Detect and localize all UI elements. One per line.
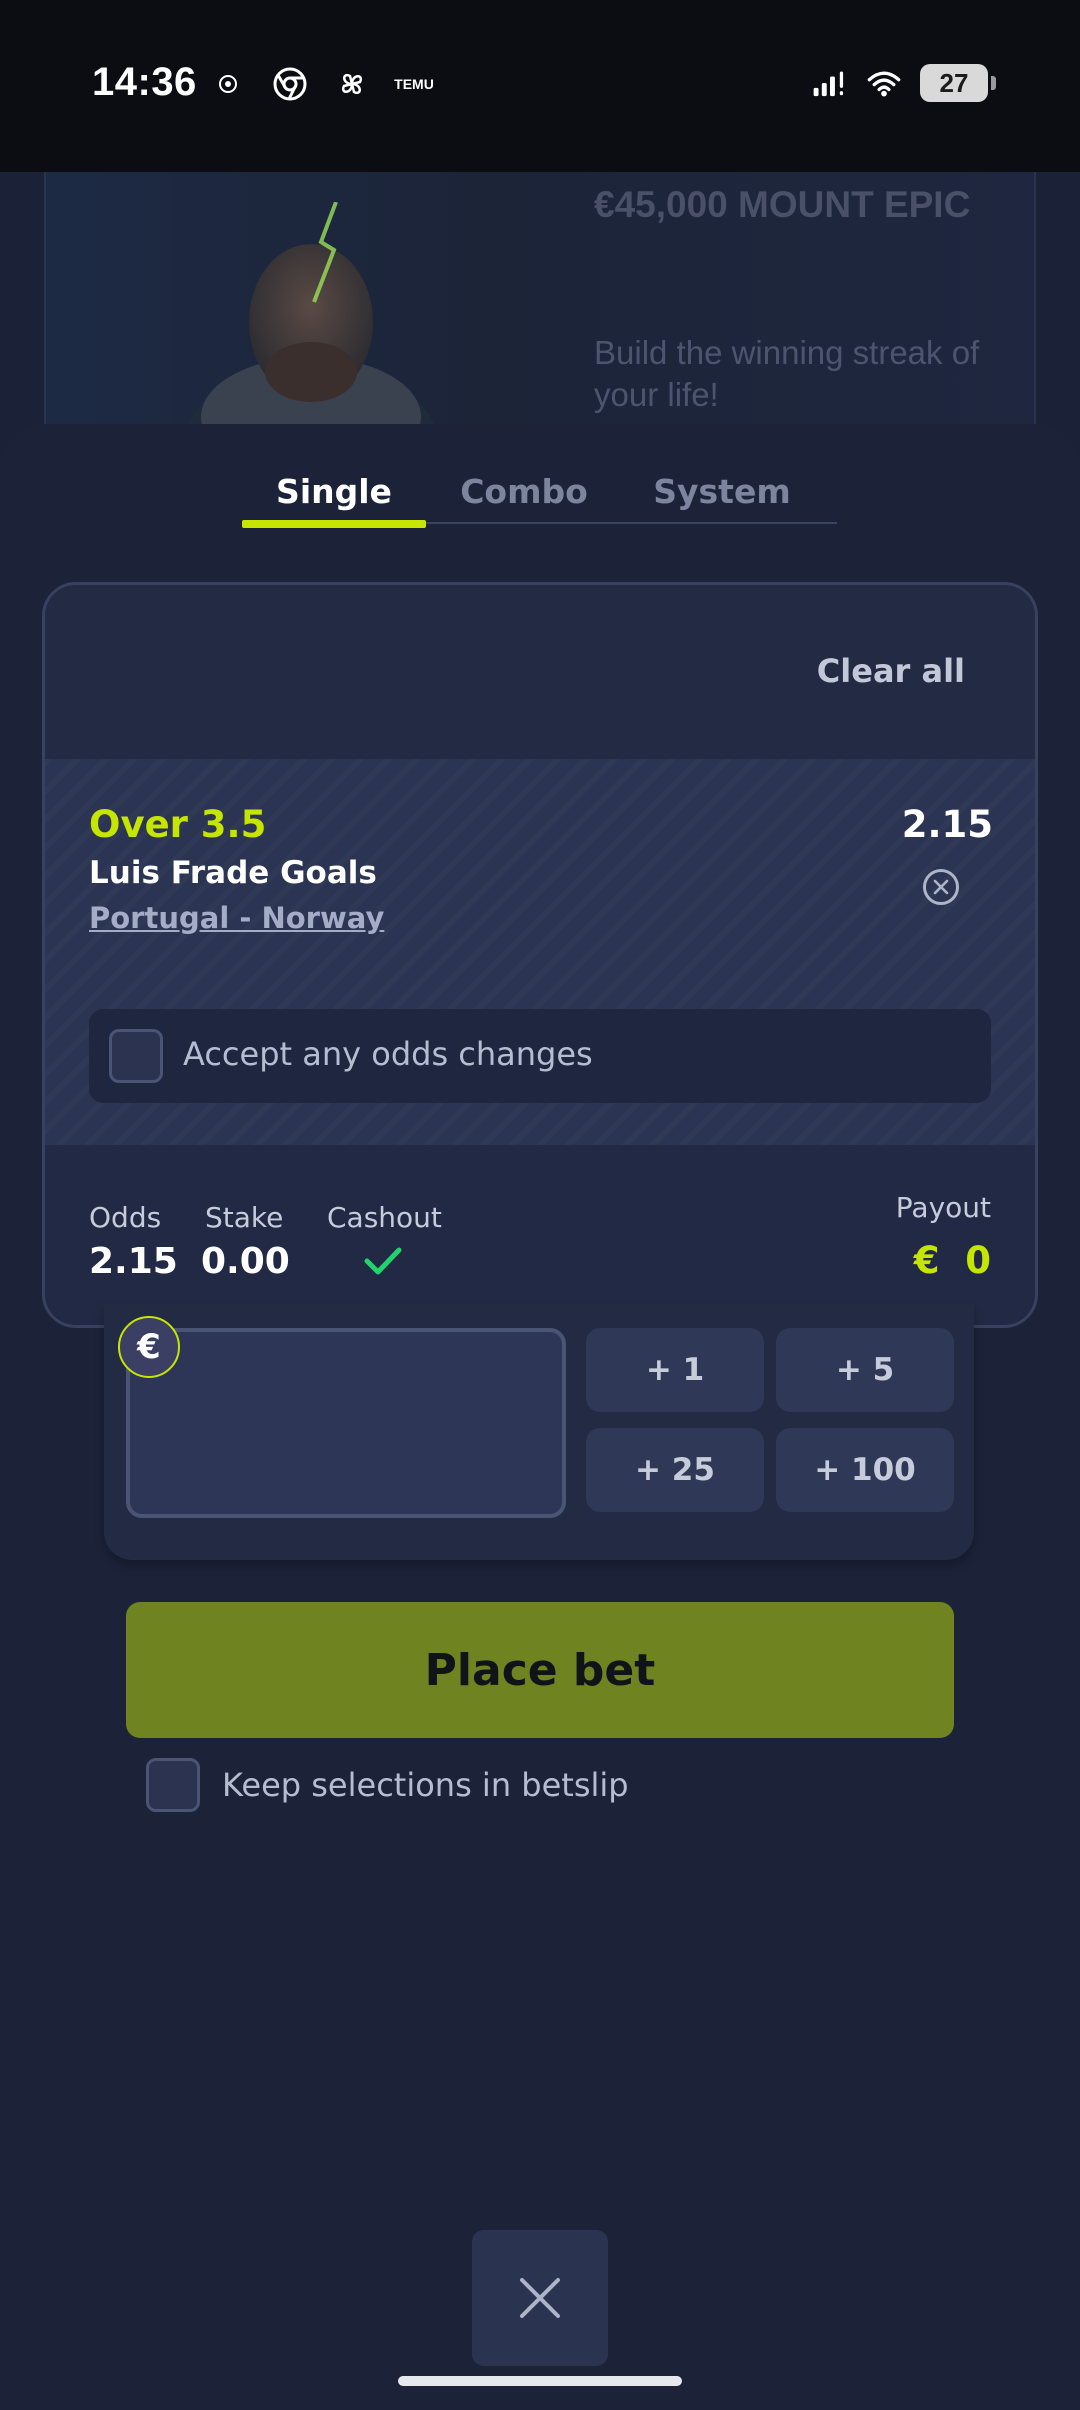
check-icon [364,1247,402,1275]
accept-odds-label: Accept any odds changes [183,1035,593,1073]
payout-value: € 0 [914,1239,991,1282]
wifi-icon [866,65,902,101]
tab-single[interactable]: Single [242,472,426,524]
status-bar: 14:36 TEMU 27 [0,0,1080,172]
bet-selection: Over 3.5 Luis Frade Goals Portugal - Nor… [45,759,1035,1145]
odds-label: Odds [89,1201,162,1234]
close-icon [520,2278,560,2318]
tab-single-label: Single [276,472,392,511]
chrome-icon [272,66,308,102]
selection-market: Over 3.5 [89,803,267,846]
keep-selections-checkbox[interactable] [146,1758,200,1812]
active-tab-indicator [242,520,426,528]
cashout-label: Cashout [327,1201,442,1234]
tab-system-label: System [653,472,791,511]
battery-level: 27 [939,67,969,98]
euro-icon: € [118,1316,180,1378]
selection-odds: 2.15 [901,803,993,846]
stake-input[interactable] [126,1328,566,1518]
close-betslip-button[interactable] [472,2230,608,2366]
close-circle-icon [933,879,949,895]
pinwheel-app-icon [334,66,370,102]
accept-odds-checkbox[interactable] [109,1029,163,1083]
status-time: 14:36 [92,60,197,104]
stake-panel: € + 1 + 5 + 25 + 100 [104,1304,974,1560]
payout-currency: € [913,1239,940,1282]
quick-stake-1-button[interactable]: + 1 [586,1328,764,1412]
battery-icon: 27 [920,64,996,102]
selection-name: Luis Frade Goals [89,855,377,891]
banner-subtitle: Build the winning streak of your life! [594,334,980,413]
bet-summary: Odds 2.15 Stake 0.00 Cashout Payout € 0 [45,1145,1035,1325]
payout-label: Payout [895,1191,991,1224]
stake-label: Stake [205,1201,284,1234]
vpn-key-icon [210,66,246,102]
bet-card-header: Clear all [45,585,1035,759]
keep-selections-row[interactable]: Keep selections in betslip [146,1758,846,1818]
bet-type-tabs: Single Combo System [242,472,837,528]
tab-combo-label: Combo [460,472,588,511]
signal-icon [812,65,848,101]
betslip-sheet: Single Combo System Clear all Over 3.5 L… [0,424,1080,2410]
status-right-icons: 27 [812,64,996,102]
accept-odds-row[interactable]: Accept any odds changes [89,1009,991,1103]
home-indicator[interactable] [398,2376,682,2386]
quick-stake-100-button[interactable]: + 100 [776,1428,954,1512]
promo-banner[interactable]: €45,000 MOUNT EPIC Build the winning str… [44,172,1036,452]
keep-selections-label: Keep selections in betslip [222,1766,629,1804]
stake-value: 0.00 [201,1241,290,1282]
banner-person-image [186,202,436,452]
quick-stake-5-button[interactable]: + 5 [776,1328,954,1412]
temu-icon: TEMU [394,66,434,102]
remove-selection-button[interactable] [923,869,959,905]
tab-combo[interactable]: Combo [448,472,600,524]
selection-event-link[interactable]: Portugal - Norway [89,901,384,935]
odds-value: 2.15 [89,1241,178,1282]
quick-stake-25-button[interactable]: + 25 [586,1428,764,1512]
payout-amount: 0 [965,1239,991,1282]
status-left-icons: TEMU [210,66,434,102]
banner-title: €45,000 MOUNT EPIC [594,184,971,225]
tab-system[interactable]: System [638,472,806,524]
temu-label: TEMU [394,76,434,92]
bet-card: Clear all Over 3.5 Luis Frade Goals Port… [42,582,1038,1328]
clear-all-button[interactable]: Clear all [811,651,971,691]
place-bet-button[interactable]: Place bet [126,1602,954,1738]
